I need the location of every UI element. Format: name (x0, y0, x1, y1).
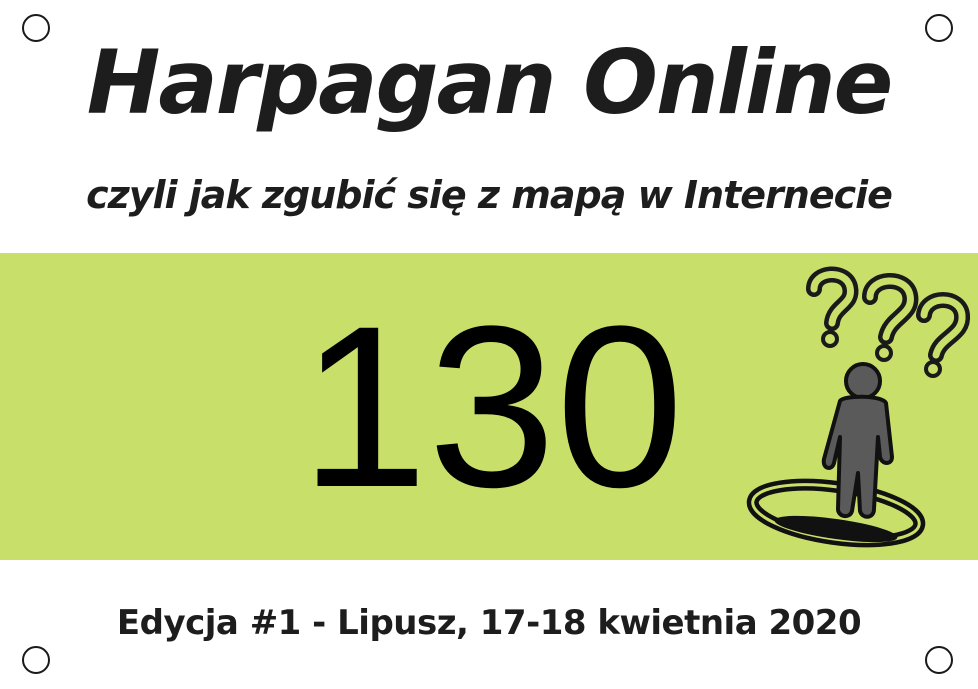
punch-hole-icon (925, 646, 953, 674)
bib-number: 130 (300, 278, 684, 535)
bib-title: Harpagan Online (86, 31, 894, 134)
bib-footer: Edycja #1 - Lipusz, 17-18 kwietnia 2020 (116, 603, 862, 643)
lost-person-icon (746, 266, 970, 548)
number-band: 130 (0, 253, 978, 560)
bib-subtitle: czyli jak zgubić się z mapą w Internecie (86, 173, 893, 217)
race-bib: Harpagan Online czyli jak zgubić się z m… (0, 0, 978, 689)
punch-hole-icon (22, 646, 50, 674)
